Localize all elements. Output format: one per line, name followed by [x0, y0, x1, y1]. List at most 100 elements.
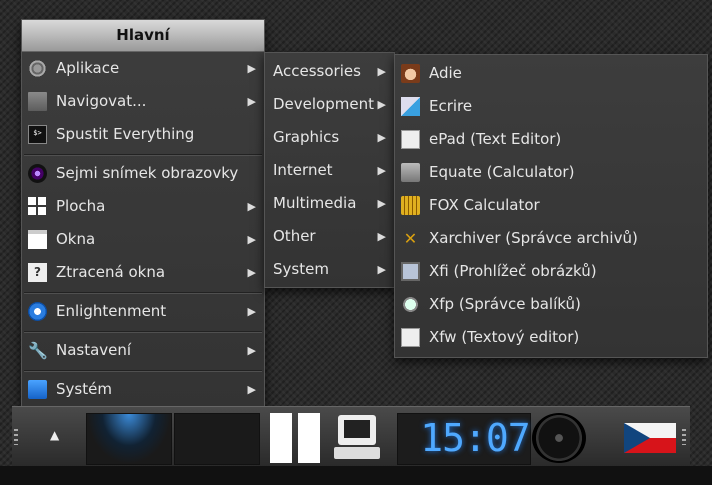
chevron-right-icon: ▶: [247, 233, 256, 246]
menu-item-label: Navigovat...: [56, 92, 147, 110]
app-item-fox-calculator[interactable]: FOX Calculator: [395, 189, 707, 222]
image-viewer-icon: [401, 262, 420, 281]
menu-item-ztracena-okna[interactable]: ? Ztracená okna ▶: [22, 256, 264, 289]
chevron-right-icon: ▶: [377, 65, 386, 78]
menu-item-system[interactable]: Systém ▶: [22, 373, 264, 406]
submenu-item-label: Internet: [273, 161, 333, 179]
app-item-xarchiver[interactable]: ✕ Xarchiver (Správce archivů): [395, 222, 707, 255]
app-item-equate[interactable]: Equate (Calculator): [395, 156, 707, 189]
menu-item-enlightenment[interactable]: Enlightenment ▶: [22, 295, 264, 328]
chevron-right-icon: ▶: [377, 197, 386, 210]
app-item-label: Xfw (Textový editor): [429, 328, 580, 346]
window-list-icon[interactable]: [270, 413, 322, 463]
app-item-label: ePad (Text Editor): [429, 130, 562, 148]
submenu-item-label: System: [273, 260, 329, 278]
chevron-right-icon: ▶: [247, 266, 256, 279]
speaker-icon[interactable]: [532, 413, 586, 463]
submenu-item-internet[interactable]: Internet ▶: [265, 154, 394, 187]
menu-item-label: Sejmi snímek obrazovky: [56, 164, 239, 182]
menu-separator: [24, 292, 262, 294]
menu-item-screenshot[interactable]: Sejmi snímek obrazovky: [22, 157, 264, 190]
menu-item-nastaveni[interactable]: 🔧 Nastavení ▶: [22, 334, 264, 367]
menu-item-label: Spustit Everything: [56, 125, 195, 143]
submenu-item-label: Accessories: [273, 62, 361, 80]
chevron-right-icon: ▶: [247, 62, 256, 75]
submenu-item-other[interactable]: Other ▶: [265, 220, 394, 253]
app-item-adie[interactable]: Adie: [395, 57, 707, 90]
accessories-submenu: Adie Ecrire ePad (Text Editor) Equate (C…: [394, 54, 708, 358]
app-item-epad[interactable]: ePad (Text Editor): [395, 123, 707, 156]
menu-item-spustit-everything[interactable]: $> Spustit Everything: [22, 118, 264, 151]
menu-item-label: Systém: [56, 380, 112, 398]
submenu-item-development[interactable]: Development ▶: [265, 88, 394, 121]
terminal-icon: $>: [28, 125, 47, 144]
fox-calculator-icon: [401, 196, 420, 215]
chevron-right-icon: ▶: [377, 230, 386, 243]
computer-terminal-icon[interactable]: [332, 413, 384, 463]
text-editor-icon: [401, 328, 420, 347]
app-item-label: Ecrire: [429, 97, 473, 115]
app-item-label: Xarchiver (Správce archivů): [429, 229, 638, 247]
menu-item-label: Aplikace: [56, 59, 120, 77]
menu-separator: [24, 370, 262, 372]
pager-desktop-1[interactable]: [86, 413, 172, 465]
shelf-grip-left[interactable]: [14, 429, 18, 445]
czech-flag-icon[interactable]: [624, 423, 676, 453]
notepad-icon: [401, 130, 420, 149]
pen-icon: [401, 97, 420, 116]
menu-item-aplikace[interactable]: Aplikace ▶: [22, 52, 264, 85]
menu-item-plocha[interactable]: Plocha ▶: [22, 190, 264, 223]
submenu-item-multimedia[interactable]: Multimedia ▶: [265, 187, 394, 220]
submenu-item-accessories[interactable]: Accessories ▶: [265, 55, 394, 88]
app-item-label: FOX Calculator: [429, 196, 540, 214]
shelf-panel: ▲ 15:07: [12, 406, 690, 467]
app-item-label: Equate (Calculator): [429, 163, 575, 181]
package-manager-icon: [401, 295, 420, 314]
main-menu-title: Hlavní: [22, 20, 264, 52]
menu-separator: [24, 154, 262, 156]
app-item-ecrire[interactable]: Ecrire: [395, 90, 707, 123]
menu-item-label: Enlightenment: [56, 302, 167, 320]
chevron-right-icon: ▶: [247, 95, 256, 108]
shelf-grip-right[interactable]: [682, 429, 686, 445]
submenu-item-system[interactable]: System ▶: [265, 253, 394, 286]
chevron-up-icon: ▲: [50, 428, 60, 442]
chevron-right-icon: ▶: [377, 131, 386, 144]
main-menu: Hlavní Aplikace ▶ Navigovat... ▶ $> Spus…: [21, 19, 265, 410]
desktop-grid-icon: [28, 197, 47, 216]
submenu-item-label: Graphics: [273, 128, 340, 146]
submenu-item-label: Other: [273, 227, 316, 245]
calculator-icon: [401, 163, 420, 182]
menu-item-label: Okna: [56, 230, 96, 248]
menu-item-okna[interactable]: Okna ▶: [22, 223, 264, 256]
system-icon: [28, 380, 47, 399]
submenu-item-graphics[interactable]: Graphics ▶: [265, 121, 394, 154]
app-item-label: Xfp (Správce balíků): [429, 295, 581, 313]
submenu-item-label: Multimedia: [273, 194, 357, 212]
wrench-icon: 🔧: [28, 341, 48, 360]
chevron-right-icon: ▶: [377, 98, 386, 111]
app-item-label: Adie: [429, 64, 462, 82]
app-item-label: Xfi (Prohlížeč obrázků): [429, 262, 597, 280]
gear-icon: [28, 59, 47, 78]
start-menu-button[interactable]: ▲: [32, 413, 82, 463]
menu-separator: [24, 331, 262, 333]
app-item-xfw[interactable]: Xfw (Textový editor): [395, 321, 707, 354]
clock[interactable]: 15:07: [410, 415, 540, 461]
chevron-right-icon: ▶: [247, 200, 256, 213]
applications-submenu: Accessories ▶ Development ▶ Graphics ▶ I…: [264, 52, 395, 288]
folder-icon: [28, 92, 47, 111]
enlightenment-icon: [28, 302, 47, 321]
app-item-xfp[interactable]: Xfp (Správce balíků): [395, 288, 707, 321]
chevron-right-icon: ▶: [247, 344, 256, 357]
adie-icon: [401, 64, 420, 83]
chevron-right-icon: ▶: [377, 263, 386, 276]
menu-item-navigovat[interactable]: Navigovat... ▶: [22, 85, 264, 118]
submenu-item-label: Development: [273, 95, 374, 113]
app-item-xfi[interactable]: Xfi (Prohlížeč obrázků): [395, 255, 707, 288]
camera-icon: [28, 164, 47, 183]
menu-item-label: Nastavení: [56, 341, 132, 359]
question-window-icon: ?: [28, 263, 47, 282]
chevron-right-icon: ▶: [377, 164, 386, 177]
pager-desktop-2[interactable]: [174, 413, 260, 465]
